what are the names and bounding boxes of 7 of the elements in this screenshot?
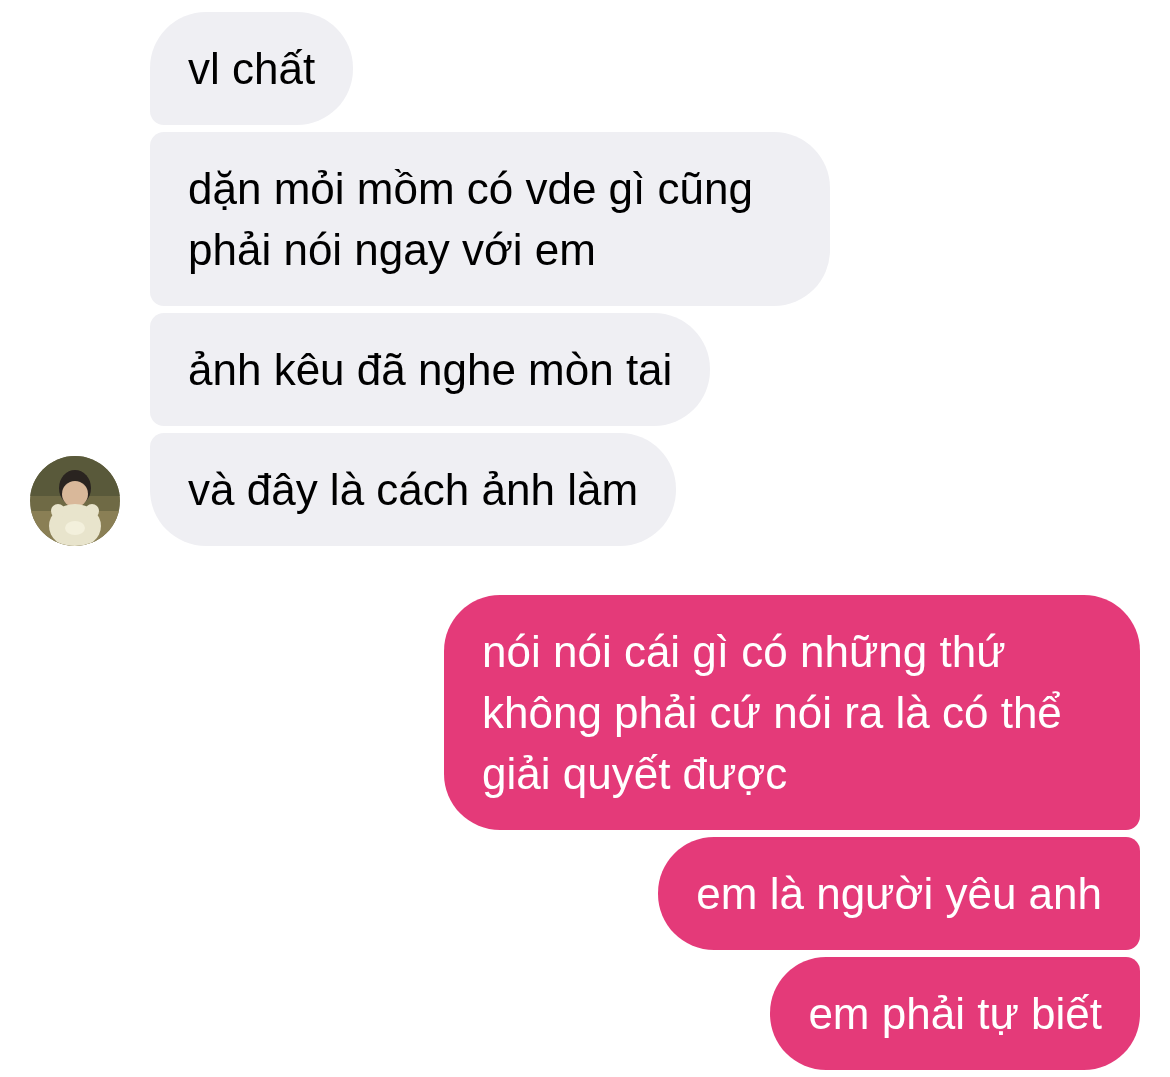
message-bubble: em là người yêu anh: [658, 837, 1140, 950]
message-bubble: vl chất: [150, 12, 354, 125]
message-bubble: và đây là cách ảnh làm: [150, 433, 677, 546]
message-bubble: ảnh kêu đã nghe mòn tai: [150, 313, 711, 426]
message-bubble: em phải tự biết: [770, 957, 1140, 1070]
message-bubble: nói nói cái gì có những thứ không phải cứ nói ra là có thể giải quyết được: [444, 595, 1140, 830]
message-bubble: dặn mỏi mồm có vde gì cũng phải nói ngay với em: [150, 132, 830, 306]
